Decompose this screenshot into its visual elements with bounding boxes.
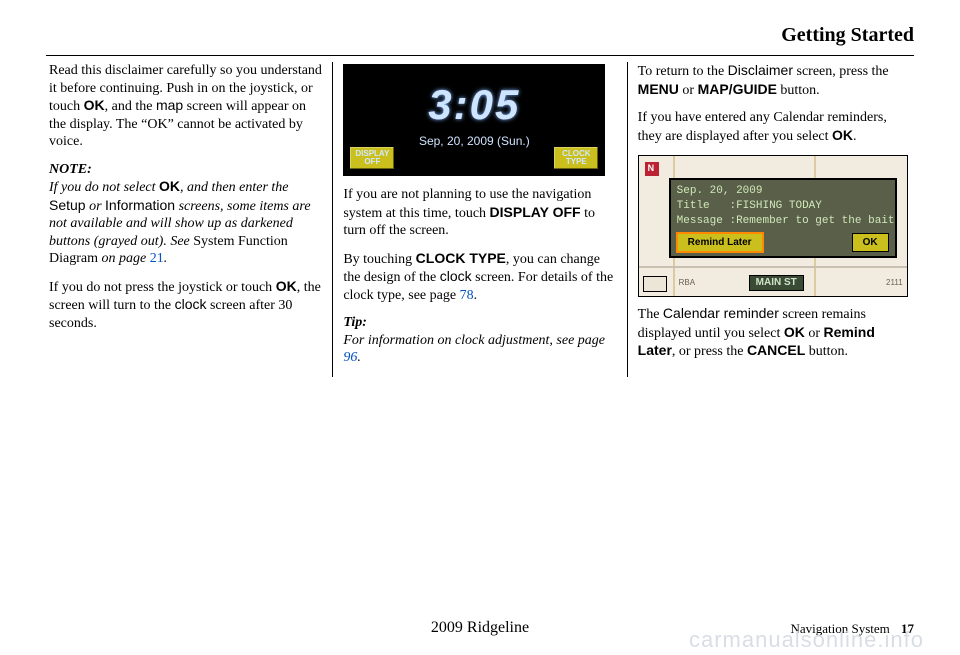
calendar-after-ok-paragraph: If you have entered any Calendar reminde… <box>638 109 911 145</box>
return-disclaimer-paragraph: To return to the Disclaimer screen, pres… <box>638 62 911 99</box>
column-3: To return to the Disclaimer screen, pres… <box>627 62 914 377</box>
reminder-message: Message :Remember to get the bait <box>677 214 889 229</box>
map-label: map <box>156 97 183 113</box>
text: . <box>164 251 168 266</box>
text: The <box>638 307 663 322</box>
label: OFF <box>350 158 394 166</box>
text: , and then enter the <box>180 180 288 195</box>
note-heading: NOTE: <box>49 162 92 177</box>
calendar-reminder-label: Calendar reminder <box>663 305 779 321</box>
setup-label: Setup <box>49 197 86 213</box>
display-off-label: DISPLAY OFF <box>490 204 581 220</box>
text: . <box>474 288 478 303</box>
north-icon <box>645 162 659 176</box>
note-block: NOTE: If you do not select OK, and then … <box>49 161 322 268</box>
text: By touching <box>343 252 415 267</box>
ok-label: OK <box>159 178 180 194</box>
footer-section: Navigation System <box>790 621 889 636</box>
ok-label: OK <box>784 324 805 340</box>
clock-label: clock <box>440 268 472 284</box>
page-number: 17 <box>901 621 914 636</box>
remind-later-button[interactable]: Remind Later <box>677 233 763 253</box>
text: button. <box>777 83 820 98</box>
text: button. <box>805 344 848 359</box>
ok-label: OK <box>832 127 853 143</box>
clock-screenshot: 3:05 Sep, 20, 2009 (Sun.) DISPLAY OFF CL… <box>343 64 605 176</box>
text: screen, press the <box>793 64 889 79</box>
clock-display: 3:05 Sep, 20, 2009 (Sun.) DISPLAY OFF CL… <box>344 65 604 175</box>
page-ref-21[interactable]: 21 <box>150 251 164 266</box>
clock-type-label: CLOCK TYPE <box>416 250 506 266</box>
calendar-reminder-paragraph: The Calendar reminder screen remains dis… <box>638 305 911 361</box>
content-columns: Read this disclaimer carefully so you un… <box>46 62 914 377</box>
map-line <box>639 266 907 268</box>
page-ref-96[interactable]: 96 <box>343 350 357 365</box>
cancel-label: CANCEL <box>747 342 805 358</box>
map-guide-label: MAP/GUIDE <box>698 81 777 97</box>
ok-label: OK <box>276 278 297 294</box>
display-off-paragraph: If you are not planning to use the navig… <box>343 186 616 240</box>
tip-block: Tip: For information on clock adjustment… <box>343 314 616 367</box>
text: If you do not press the joystick or touc… <box>49 280 276 295</box>
text: or <box>679 83 698 98</box>
reminder-popup: Sep. 20, 2009 Title :FISHING TODAY Messa… <box>669 178 897 258</box>
calendar-reminder-screenshot: ST Sep. 20, 2009 Title :FISHING TODAY Me… <box>638 155 908 297</box>
reminder-ok-button[interactable]: OK <box>852 233 889 253</box>
header-rule <box>46 55 914 56</box>
manual-page: Getting Started Read this disclaimer car… <box>0 0 960 655</box>
clock-type-button[interactable]: CLOCK TYPE <box>553 146 599 170</box>
clock-timeout-paragraph: If you do not press the joystick or touc… <box>49 278 322 333</box>
reminder-date: Sep. 20, 2009 <box>677 184 889 199</box>
text: on page <box>98 251 150 266</box>
clock-label: clock <box>175 296 207 312</box>
page-title: Getting Started <box>46 24 914 47</box>
text: For information on clock adjustment, see… <box>343 333 605 348</box>
text: . <box>853 129 857 144</box>
text: , or press the <box>672 344 747 359</box>
text: . <box>357 350 361 365</box>
menu-label: MENU <box>638 81 679 97</box>
clock-time: 3:05 <box>344 65 604 132</box>
ok-label: OK <box>84 97 105 113</box>
column-1: Read this disclaimer carefully so you un… <box>46 62 332 377</box>
text: If you do not select <box>49 180 159 195</box>
page-ref-78[interactable]: 78 <box>460 288 474 303</box>
information-label: Information <box>105 197 175 213</box>
disclaimer-label: Disclaimer <box>728 62 793 78</box>
map-label-num: 2111 <box>886 278 903 288</box>
text: or <box>86 199 105 214</box>
text: or <box>805 326 824 341</box>
main-st-label: MAIN ST <box>749 275 804 292</box>
scale-icon <box>643 276 667 292</box>
map-label-rba: RBA <box>679 278 695 288</box>
display-off-button[interactable]: DISPLAY OFF <box>349 146 395 170</box>
text: To return to the <box>638 64 728 79</box>
text: , and the <box>105 99 156 114</box>
clock-type-paragraph: By touching CLOCK TYPE, you can change t… <box>343 250 616 305</box>
label: TYPE <box>554 158 598 166</box>
reminder-title: Title :FISHING TODAY <box>677 199 889 214</box>
tip-heading: Tip: <box>343 315 367 330</box>
footer-right: Navigation System 17 <box>790 621 914 637</box>
disclaimer-paragraph: Read this disclaimer carefully so you un… <box>49 62 322 151</box>
column-2: 3:05 Sep, 20, 2009 (Sun.) DISPLAY OFF CL… <box>332 62 626 377</box>
